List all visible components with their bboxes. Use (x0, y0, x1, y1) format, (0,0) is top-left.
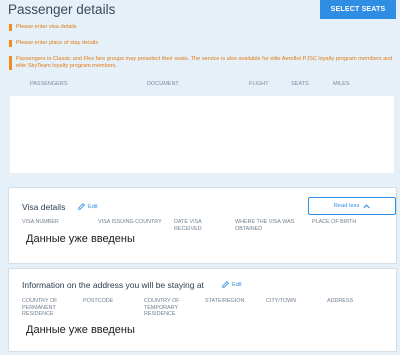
visa-mask-where (233, 238, 307, 262)
visa-mask-birth (310, 230, 358, 244)
addr-col-city: CITY/TOWN (266, 298, 297, 304)
pencil-icon (78, 203, 85, 210)
addr-col-permanent: COUNTRY OF PERMANENT RESIDENCE (22, 298, 58, 317)
addr-col-state: STATE/REGION (205, 298, 245, 304)
address-edit-link[interactable]: Edit (222, 281, 242, 288)
col-flight: FLIGHT (249, 81, 269, 87)
visa-details-card: Visa details Edit Read less VISA NUMBER … (8, 187, 397, 264)
visa-section-title: Visa details (22, 202, 66, 212)
addr-col-address: ADDRESS (327, 298, 354, 304)
col-passengers: PASSENGERS (30, 81, 68, 87)
addr-col-postcode: POSTCODE (83, 298, 114, 304)
visa-col-birthplace: PLACE OF BIRTH (312, 219, 357, 225)
stay-warning: Please enter place of stay details (9, 40, 98, 47)
select-seats-button[interactable]: SELECT SEATS (320, 0, 396, 19)
visa-col-country: VISA ISSUING COUNTRY (98, 219, 162, 225)
visa-edit-label: Edit (88, 203, 98, 210)
address-section-title: Information on the address you will be s… (22, 280, 204, 290)
address-data-entered: Данные уже введены (22, 323, 139, 337)
visa-mask-date (171, 238, 231, 262)
addr-mask-postcode (81, 308, 115, 322)
pencil-icon (222, 281, 229, 288)
visa-col-where: WHERE THE VISA WAS OBTAINED (235, 219, 295, 232)
visa-col-number: VISA NUMBER (22, 219, 59, 225)
addr-col-temporary: COUNTRY OF TEMPORARY RESIDENCE (144, 298, 180, 317)
visa-warning: Please enter visa details (9, 24, 77, 31)
address-edit-label: Edit (232, 281, 242, 288)
passenger-table-body (10, 96, 394, 173)
visa-data-entered: Данные уже введены (22, 232, 139, 246)
addr-mask-fields (201, 310, 381, 340)
page-title: Passenger details (8, 2, 116, 17)
col-seats: SEATS (291, 81, 309, 87)
address-card: Information on the address you will be s… (8, 268, 397, 352)
visa-col-date: DATE VISA RECEIVED (174, 219, 202, 232)
chevron-up-icon (363, 203, 371, 208)
visa-edit-link[interactable]: Edit (78, 203, 98, 210)
col-miles: MILES (333, 81, 350, 87)
read-less-label: Read less (333, 203, 360, 209)
seat-info-notice: Passengers in Classic and Flex fare grou… (9, 56, 394, 70)
read-less-button[interactable]: Read less (308, 197, 396, 215)
col-document: DOCUMENT (147, 81, 179, 87)
